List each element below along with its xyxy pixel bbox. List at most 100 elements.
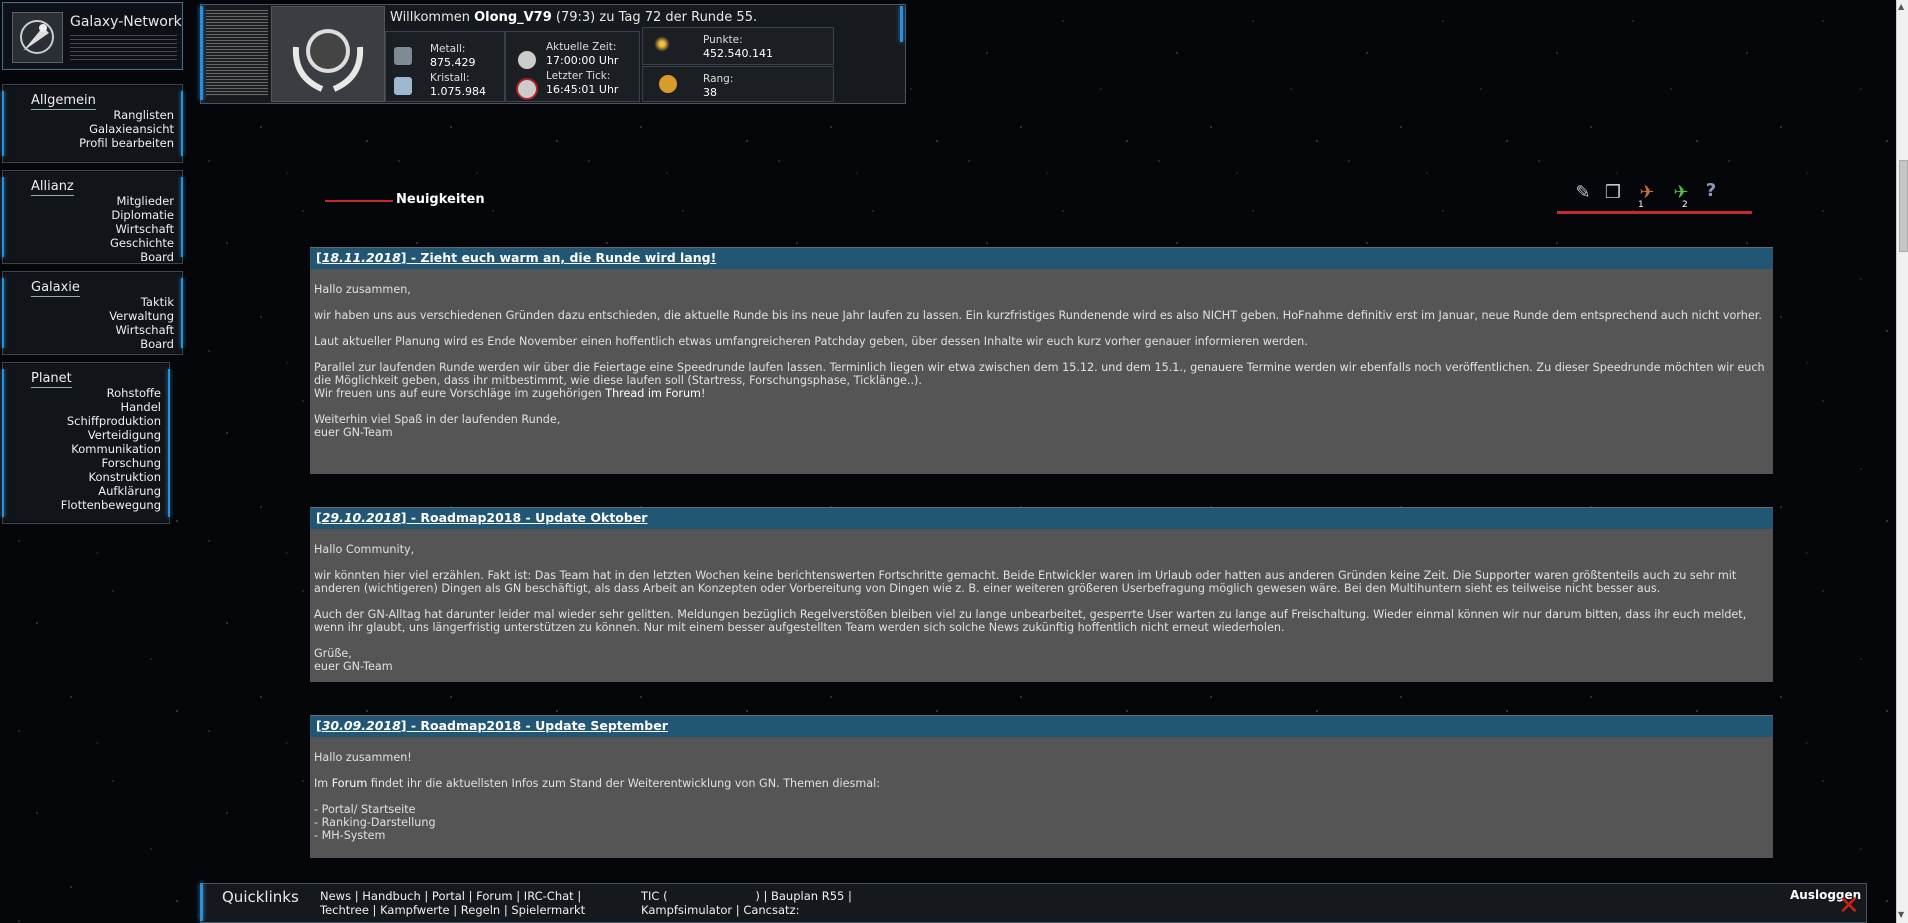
nav-item-konstruktion[interactable]: Konstruktion <box>61 470 162 484</box>
punkte-value: 452.540.141 <box>703 47 773 60</box>
nav-panel-planet: Planet Rohstoffe Handel Schiffproduktion… <box>2 362 170 524</box>
metall-value: 875.429 <box>430 56 476 69</box>
heading-red-line <box>325 200 393 202</box>
zeit-label: Aktuelle Zeit: <box>546 41 617 53</box>
header-glow-left <box>200 6 203 100</box>
news-title[interactable]: [29.10.2018] - Roadmap2018 - Update Okto… <box>316 510 647 525</box>
close-icon[interactable]: ✕ <box>1838 893 1860 919</box>
page-title: Neuigkeiten <box>396 192 485 207</box>
nav-item-galaxieansicht[interactable]: Galaxieansicht <box>79 122 174 136</box>
metall-icon <box>394 47 412 65</box>
nav-panel-allianz: Allianz Mitglieder Diplomatie Wirtschaft… <box>2 170 183 264</box>
zeit-value: 17:00:00 Uhr <box>546 54 619 67</box>
welcome-text: Willkommen Olong_V79 (79:3) zu Tag 72 de… <box>390 10 758 25</box>
news-title[interactable]: [18.11.2018] - Zieht euch warm an, die R… <box>316 250 716 265</box>
nav-item-mitglieder[interactable]: Mitglieder <box>110 194 175 208</box>
quicklinks-title: Quicklinks <box>222 888 299 906</box>
nav-item-verteidigung[interactable]: Verteidigung <box>61 428 161 442</box>
news-signature: euer GN-Team <box>314 660 393 673</box>
nav-item-kommunikation[interactable]: Kommunikation <box>61 442 161 456</box>
nav-item-galaxie-board[interactable]: Board <box>109 337 174 351</box>
punkte-label: Punkte: <box>703 34 743 46</box>
username: Olong_V79 <box>474 10 552 25</box>
nav-item-allianz-wirtschaft[interactable]: Wirtschaft <box>110 222 174 236</box>
brand-title: Galaxy-Network <box>70 14 182 30</box>
quicklinks-row-2b[interactable]: Kampfsimulator | Cancsatz: <box>641 903 799 917</box>
news-paragraph: Parallel zur laufenden Runde werden wir … <box>314 361 1765 387</box>
nav-item-aufklaerung[interactable]: Aufklärung <box>61 484 161 498</box>
avatar-crest-image <box>271 6 385 102</box>
nav-item-galaxie-wirtschaft[interactable]: Wirtschaft <box>109 323 174 337</box>
nav-item-schiffproduktion[interactable]: Schiffproduktion <box>61 414 161 428</box>
rank-cell: Rang: 38 <box>642 66 834 102</box>
nav-title-allianz: Allianz <box>31 179 74 196</box>
stars-icon <box>653 35 671 53</box>
nav-item-verwaltung[interactable]: Verwaltung <box>109 309 174 323</box>
kristall-value: 1.075.984 <box>430 85 486 98</box>
help-icon[interactable]: ? <box>1700 180 1722 202</box>
notes-icon[interactable]: ✎ <box>1572 182 1594 204</box>
news-item: [29.10.2018] - Roadmap2018 - Update Okto… <box>310 507 1773 682</box>
news-signature: euer GN-Team <box>314 426 393 439</box>
scroll-up-icon[interactable]: ▲ <box>1898 2 1904 11</box>
scroll-thumb[interactable] <box>1899 160 1908 252</box>
brand-subtext-lines <box>70 35 177 63</box>
nav-item-handel[interactable]: Handel <box>61 400 161 414</box>
time-cell: Aktuelle Zeit: 17:00:00 Uhr Letzter Tick… <box>505 31 640 102</box>
folder-icon[interactable]: ❒ <box>1602 182 1624 204</box>
tick-clock-icon <box>516 78 538 100</box>
alliance-fleet-icon[interactable]: ✈ <box>1670 182 1692 204</box>
galaxy-network-logo <box>12 12 63 63</box>
news-closing: Grüße, <box>314 647 352 660</box>
nav-item-geschichte[interactable]: Geschichte <box>110 236 174 250</box>
nav-item-profil-bearbeiten[interactable]: Profil bearbeiten <box>79 136 174 150</box>
news-paragraph: Auch der GN-Alltag hat darunter leider m… <box>314 608 1747 634</box>
tick-label: Letzter Tick: <box>546 70 611 82</box>
list-item: - MH-System <box>314 829 386 842</box>
rang-label: Rang: <box>703 73 734 85</box>
nav-item-diplomatie[interactable]: Diplomatie <box>110 208 174 222</box>
nav-item-flottenbewegung[interactable]: Flottenbewegung <box>61 498 161 512</box>
brand-logo-box[interactable]: Galaxy-Network <box>2 2 183 70</box>
news-closing: Weiterhin viel Spaß in der laufenden Run… <box>314 413 561 426</box>
news-greeting: Hallo zusammen, <box>314 283 411 296</box>
nav-item-forschung[interactable]: Forschung <box>61 456 161 470</box>
nav-panel-allgemein: Allgemein Ranglisten Galaxieansicht Prof… <box>2 84 183 163</box>
alliance-fleet-badge: 2 <box>1682 200 1688 210</box>
footer-glow <box>200 883 203 921</box>
forum-thread-link[interactable]: Thread im Forum <box>605 387 701 400</box>
quicklinks-row-1[interactable]: News | Handbuch | Portal | Forum | IRC-C… <box>320 889 581 903</box>
toolbar-icons: ✎ ❒ ✈ 1 ✈ 2 ? <box>1560 178 1750 214</box>
news-greeting: Hallo zusammen! <box>314 751 412 764</box>
quicklinks-row-1b[interactable]: TIC ( ) | Bauplan R55 | <box>641 889 852 903</box>
metall-label: Metall: <box>430 43 466 55</box>
news-paragraph: wir haben uns aus verschiedenen Gründen … <box>314 309 1762 322</box>
forum-link[interactable]: Forum <box>332 777 367 790</box>
tick-value: 16:45:01 Uhr <box>546 83 619 96</box>
toolbar-red-line <box>1557 211 1752 214</box>
scroll-down-icon[interactable]: ▼ <box>1898 910 1904 919</box>
nav-item-allianz-board[interactable]: Board <box>110 250 174 264</box>
medal-icon <box>659 75 677 93</box>
page-scrollbar[interactable] <box>1896 0 1908 923</box>
list-item: - Ranking-Darstellung <box>314 816 436 829</box>
kristall-icon <box>394 77 412 95</box>
quicklinks-row-2[interactable]: Techtree | Kampfwerte | Regeln | Spieler… <box>320 903 585 917</box>
resources-cell: Metall: 875.429 Kristall: 1.075.984 <box>385 31 505 102</box>
points-cell: Punkte: 452.540.141 <box>642 27 834 65</box>
nav-item-taktik[interactable]: Taktik <box>109 295 174 309</box>
clock-icon <box>516 49 538 71</box>
nav-title-galaxie: Galaxie <box>31 280 80 297</box>
news-paragraph: wir könnten hier viel erzählen. Fakt ist… <box>314 569 1737 595</box>
news-item: [18.11.2018] - Zieht euch warm an, die R… <box>310 247 1773 474</box>
fleet-badge: 1 <box>1638 200 1644 210</box>
list-item: - Portal/ Startseite <box>314 803 416 816</box>
news-title[interactable]: [30.09.2018] - Roadmap2018 - Update Sept… <box>316 718 668 733</box>
news-paragraph: Laut aktueller Planung wird es Ende Nove… <box>314 335 1308 348</box>
nav-item-rohstoffe[interactable]: Rohstoffe <box>61 386 161 400</box>
news-greeting: Hallo Community, <box>314 543 415 556</box>
nav-item-ranglisten[interactable]: Ranglisten <box>79 108 174 122</box>
header-glow-right <box>900 6 903 42</box>
kristall-label: Kristall: <box>430 72 470 84</box>
news-item: [30.09.2018] - Roadmap2018 - Update Sept… <box>310 715 1773 858</box>
